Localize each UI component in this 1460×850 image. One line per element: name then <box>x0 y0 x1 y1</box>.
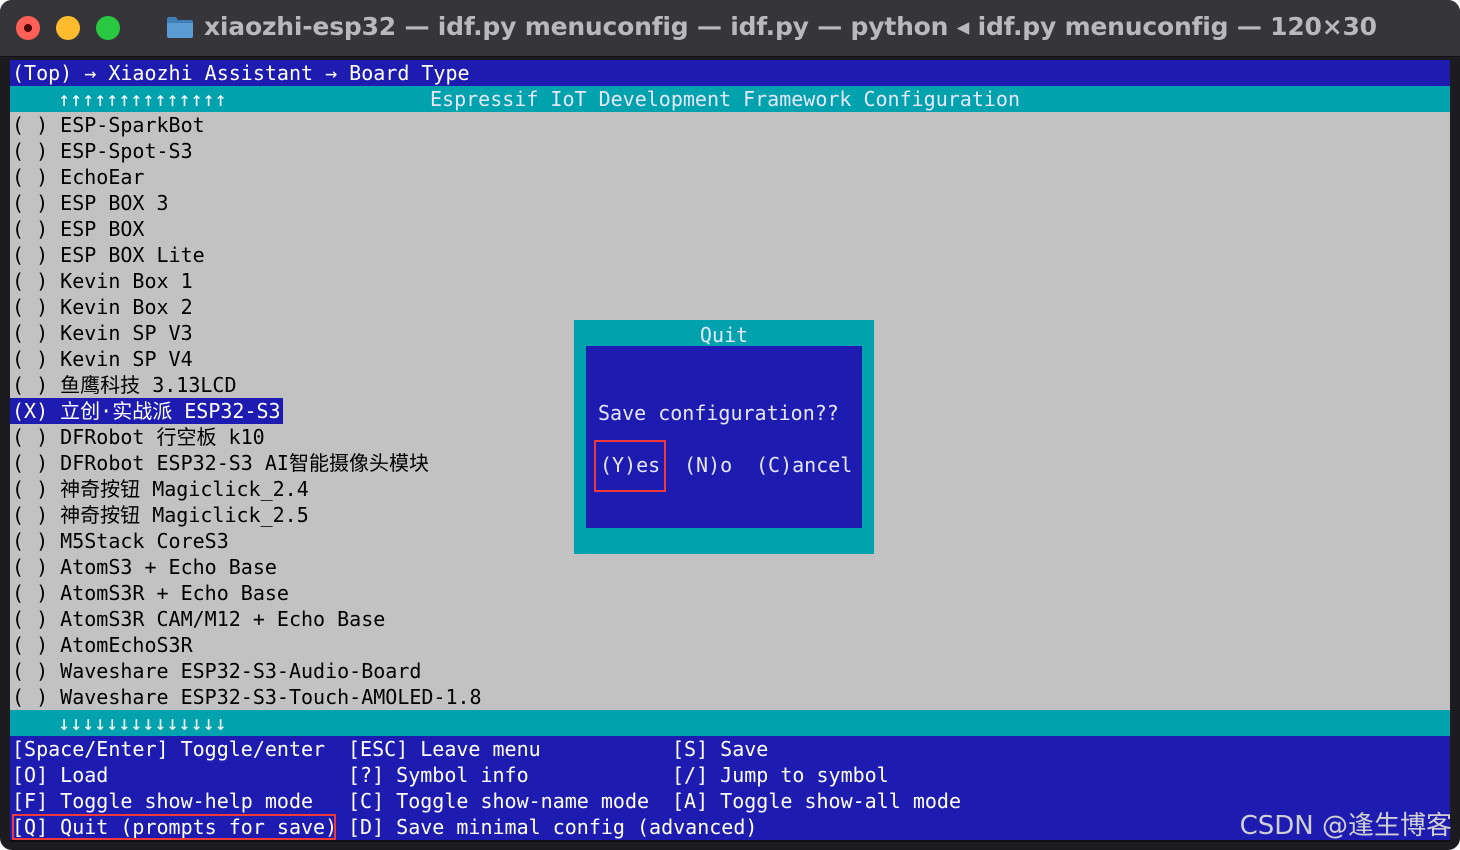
breadcrumb: (Top) → Xiaozhi Assistant → Board Type <box>10 60 1450 86</box>
help-symbol-info: [?] Symbol info <box>348 763 529 787</box>
quit-highlight-box <box>12 814 336 840</box>
watermark: CSDN @逢生博客 <box>1239 811 1452 841</box>
minimize-window-button[interactable] <box>56 16 80 40</box>
board-option[interactable]: ( ) 鱼鹰科技 3.13LCD <box>10 372 237 398</box>
dialog-message: Save configuration?? <box>598 401 839 425</box>
help-save: [S] Save <box>672 737 769 761</box>
window-title: xiaozhi-esp32 — idf.py menuconfig — idf.… <box>204 12 1377 41</box>
board-option[interactable]: ( ) 神奇按钮 Magiclick_2.4 <box>10 476 309 502</box>
help-load: [O] Load <box>12 763 109 787</box>
footer-bar: ↓↓↓↓↓↓↓↓↓↓↓↓↓↓ <box>10 710 1450 736</box>
board-option[interactable]: ( ) AtomS3R + Echo Base <box>10 580 289 606</box>
board-option[interactable]: ( ) Kevin SP V3 <box>10 320 193 346</box>
board-option[interactable]: ( ) Kevin Box 1 <box>10 268 193 294</box>
close-window-button[interactable] <box>16 16 40 40</box>
board-option[interactable]: ( ) ESP BOX Lite <box>10 242 205 268</box>
help-jump: [/] Jump to symbol <box>672 763 889 787</box>
board-option[interactable]: ( ) DFRobot 行空板 k10 <box>10 424 265 450</box>
board-option[interactable]: ( ) Kevin SP V4 <box>10 346 193 372</box>
board-option[interactable]: ( ) EchoEar <box>10 164 144 190</box>
board-option[interactable]: ( ) AtomS3R CAM/M12 + Echo Base <box>10 606 385 632</box>
terminal-window: xiaozhi-esp32 — idf.py menuconfig — idf.… <box>0 0 1460 850</box>
zoom-window-button[interactable] <box>96 16 120 40</box>
scroll-up-indicator[interactable]: ↑↑↑↑↑↑↑↑↑↑↑↑↑↑ <box>58 86 227 112</box>
yes-highlight-box <box>594 440 666 492</box>
board-option[interactable]: ( ) Waveshare ESP32-S3-Touch-AMOLED-1.8 <box>10 684 482 710</box>
board-option[interactable]: ( ) ESP-Spot-S3 <box>10 138 193 164</box>
quit-dialog: Quit Save configuration?? (Y)es (N)o (C)… <box>574 320 874 554</box>
board-option[interactable]: ( ) AtomEchoS3R <box>10 632 193 658</box>
board-option[interactable]: ( ) M5Stack CoreS3 <box>10 528 229 554</box>
help-show-all: [A] Toggle show-all mode <box>672 789 961 813</box>
dialog-body: Save configuration?? (Y)es (N)o (C)ancel <box>586 346 862 528</box>
help-esc: [ESC] Leave menu <box>348 737 541 761</box>
board-option[interactable]: ( ) ESP BOX 3 <box>10 190 169 216</box>
board-option[interactable]: ( ) ESP-SparkBot <box>10 112 205 138</box>
scroll-down-indicator[interactable]: ↓↓↓↓↓↓↓↓↓↓↓↓↓↓ <box>58 710 227 736</box>
board-option[interactable]: ( ) ESP BOX <box>10 216 144 242</box>
board-option[interactable]: ( ) DFRobot ESP32-S3 AI智能摄像头模块 <box>10 450 429 476</box>
config-title: Espressif IoT Development Framework Conf… <box>430 87 1021 111</box>
board-option[interactable]: ( ) Waveshare ESP32-S3-Audio-Board <box>10 658 421 684</box>
help-save-minimal: [D] Save minimal config (advanced) <box>348 815 758 839</box>
board-option[interactable]: ( ) Kevin Box 2 <box>10 294 193 320</box>
dialog-title: Quit <box>699 323 749 347</box>
board-option-selected[interactable]: (X) 立创·实战派 ESP32-S3 <box>10 398 283 424</box>
board-option[interactable]: ( ) 神奇按钮 Magiclick_2.5 <box>10 502 309 528</box>
help-show-help: [F] Toggle show-help mode <box>12 789 314 813</box>
help-space-enter: [Space/Enter] Toggle/enter <box>12 737 326 761</box>
title-bar: xiaozhi-esp32 — idf.py menuconfig — idf.… <box>0 0 1460 57</box>
no-button[interactable]: (N)o <box>684 452 732 478</box>
terminal-content[interactable]: (Top) → Xiaozhi Assistant → Board Type ↑… <box>10 60 1450 842</box>
cancel-button[interactable]: (C)ancel <box>756 452 852 478</box>
board-option[interactable]: ( ) AtomS3 + Echo Base <box>10 554 277 580</box>
help-show-name: [C] Toggle show-name mode <box>348 789 650 813</box>
header-bar: ↑↑↑↑↑↑↑↑↑↑↑↑↑↑ Espressif IoT Development… <box>10 86 1450 112</box>
folder-icon <box>167 17 193 38</box>
